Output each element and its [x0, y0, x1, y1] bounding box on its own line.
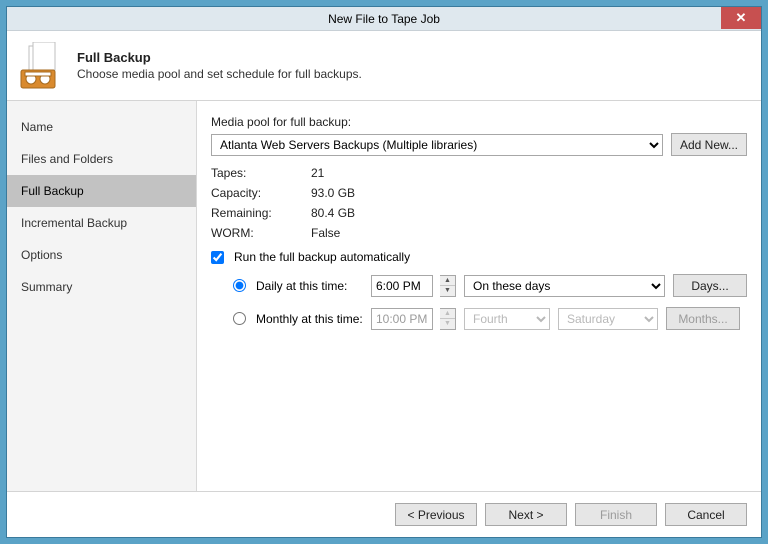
tapes-value: 21 [311, 166, 324, 180]
wizard-window: New File to Tape Job ✕ Full Backup Choos… [6, 6, 762, 538]
spinner-down-icon: ▼ [440, 319, 455, 329]
close-icon: ✕ [736, 10, 747, 26]
monthly-radio-label[interactable]: Monthly at this time: [233, 312, 363, 326]
capacity-label: Capacity: [211, 186, 311, 200]
spinner-up-icon: ▲ [440, 309, 455, 320]
wizard-content: Media pool for full backup: Atlanta Web … [197, 101, 761, 491]
monthly-time-spinner: ▲▼ [440, 308, 456, 330]
close-button[interactable]: ✕ [721, 7, 761, 29]
previous-button[interactable]: < Previous [395, 503, 477, 526]
run-automatically-checkbox[interactable] [211, 251, 224, 264]
daily-radio-label[interactable]: Daily at this time: [233, 279, 363, 293]
next-button[interactable]: Next > [485, 503, 567, 526]
tapes-label: Tapes: [211, 166, 311, 180]
worm-label: WORM: [211, 226, 311, 240]
daily-row: Daily at this time: ▲▼ On these days Day… [233, 274, 747, 297]
wizard-header: Full Backup Choose media pool and set sc… [7, 31, 761, 101]
mediapool-select[interactable]: Atlanta Web Servers Backups (Multiple li… [211, 134, 663, 156]
cancel-button[interactable]: Cancel [665, 503, 747, 526]
header-text: Full Backup Choose media pool and set sc… [77, 50, 362, 81]
window-title: New File to Tape Job [328, 12, 440, 26]
run-automatically-label: Run the full backup automatically [234, 250, 410, 264]
wizard-sidebar: Name Files and Folders Full Backup Incre… [7, 101, 197, 491]
finish-button: Finish [575, 503, 657, 526]
worm-value: False [311, 226, 340, 240]
sidebar-item-full-backup[interactable]: Full Backup [7, 175, 196, 207]
sidebar-item-options[interactable]: Options [7, 239, 196, 271]
spinner-up-icon[interactable]: ▲ [440, 276, 455, 287]
schedule-block: Daily at this time: ▲▼ On these days Day… [233, 274, 747, 330]
monthly-day-select: Saturday [558, 308, 658, 330]
tape-icon [19, 42, 67, 90]
daily-time-input[interactable] [371, 275, 433, 297]
remaining-label: Remaining: [211, 206, 311, 220]
sidebar-item-summary[interactable]: Summary [7, 271, 196, 303]
daily-time-spinner[interactable]: ▲▼ [440, 275, 456, 297]
sidebar-item-name[interactable]: Name [7, 111, 196, 143]
daily-radio[interactable] [233, 279, 246, 292]
add-new-button[interactable]: Add New... [671, 133, 747, 156]
wizard-footer: < Previous Next > Finish Cancel [7, 491, 761, 537]
run-automatically-row[interactable]: Run the full backup automatically [211, 250, 747, 264]
mediapool-label: Media pool for full backup: [211, 115, 747, 129]
monthly-week-select: Fourth [464, 308, 550, 330]
months-button: Months... [666, 307, 740, 330]
monthly-radio[interactable] [233, 312, 246, 325]
monthly-time-input [371, 308, 433, 330]
days-button[interactable]: Days... [673, 274, 747, 297]
remaining-value: 80.4 GB [311, 206, 355, 220]
page-title: Full Backup [77, 50, 362, 65]
page-subtitle: Choose media pool and set schedule for f… [77, 67, 362, 81]
capacity-value: 93.0 GB [311, 186, 355, 200]
sidebar-item-files-folders[interactable]: Files and Folders [7, 143, 196, 175]
wizard-body: Name Files and Folders Full Backup Incre… [7, 101, 761, 491]
monthly-row: Monthly at this time: ▲▼ Fourth Saturday… [233, 307, 747, 330]
titlebar: New File to Tape Job ✕ [7, 7, 761, 31]
mediapool-stats: Tapes:21 Capacity:93.0 GB Remaining:80.4… [211, 166, 747, 240]
sidebar-item-incremental-backup[interactable]: Incremental Backup [7, 207, 196, 239]
daily-mode-select[interactable]: On these days [464, 275, 665, 297]
spinner-down-icon[interactable]: ▼ [440, 286, 455, 296]
